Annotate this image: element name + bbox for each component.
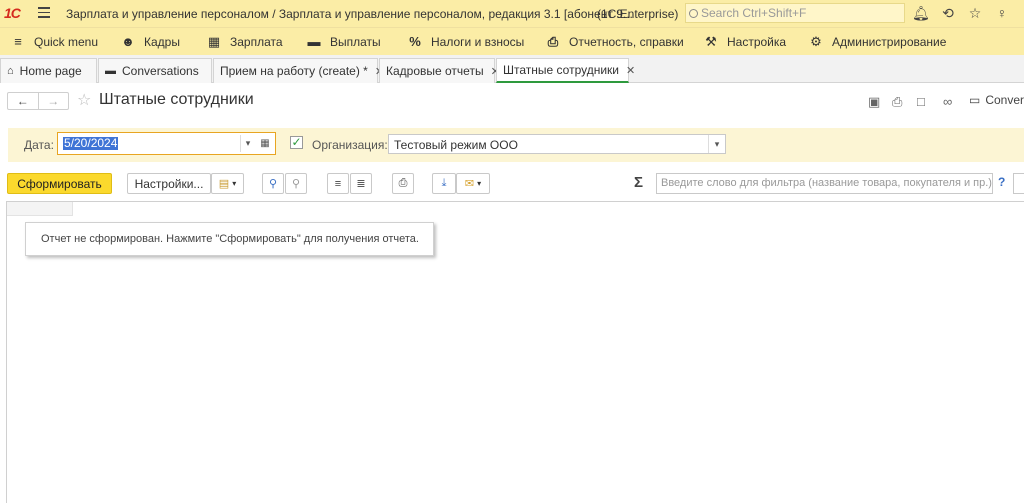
tab-label: Home page [19, 64, 82, 78]
menu-nalogi[interactable]: % Налоги и взносы [407, 34, 524, 49]
forward-arrow-icon[interactable]: → [37, 93, 69, 109]
menu-label: Администрирование [832, 35, 947, 49]
bell-icon[interactable]: 🔔︎ [912, 5, 930, 21]
organization-checkbox[interactable]: ✓ [290, 136, 303, 149]
search-icon [689, 8, 698, 18]
variants-dropdown-button[interactable]: ▤ ▾ [211, 173, 244, 194]
chevron-down-icon: ▾ [232, 179, 237, 188]
calendar-icon[interactable]: ▦ [257, 135, 273, 152]
menu-kadry[interactable]: ☻ Кадры [120, 34, 180, 49]
clipboard-icon: ▤ [218, 178, 230, 190]
calculator-icon: ▦ [207, 34, 221, 49]
expand-icon: ≡ [334, 177, 342, 190]
close-icon[interactable]: ✕ [626, 64, 635, 77]
print-icon[interactable]: ⎙ [892, 94, 902, 110]
conversations-label: Conver [985, 93, 1024, 107]
menu-quick-menu[interactable]: ≡ Quick menu [10, 34, 98, 49]
print-button[interactable]: ⎙ [392, 173, 414, 194]
date-label: Дата: [24, 138, 54, 152]
favorite-star-icon[interactable]: ☆ [77, 90, 91, 110]
chat-icon: ▬ [105, 65, 116, 77]
tab-hr-reports[interactable]: Кадровые отчеты ✕ [379, 58, 500, 83]
home-icon: ⌂ [7, 65, 14, 77]
sections-menu: ≡ Quick menu ☻ Кадры ▦ Зарплата ▬ Выплат… [0, 27, 1024, 55]
wallet-icon: ▬ [307, 34, 321, 49]
organization-field[interactable]: Тестовый режим ООО ▾ [388, 134, 726, 154]
app-name: (1C:Enterprise) [597, 7, 679, 21]
tab-staff-employees[interactable]: Штатные сотрудники ✕ [496, 58, 635, 83]
menu-nastroika[interactable]: ⚒ Настройка [703, 34, 786, 50]
chevron-down-icon: ▾ [477, 179, 482, 188]
save-icon[interactable]: ▣ [868, 94, 880, 110]
conversations-button[interactable]: ▭ Conver [969, 93, 1024, 107]
menu-otchetnost[interactable]: ⎙ Отчетность, справки [545, 34, 684, 50]
download-icon: ⤓ [441, 177, 447, 189]
tab-hire-create[interactable]: Прием на работу (create) * ✕ [213, 58, 384, 83]
app-logo[interactable]: 1С [4, 5, 21, 21]
print-icon: ⎙ [398, 177, 408, 189]
reports-icon: ⎙ [547, 34, 559, 49]
wrench-icon: ⚒ [705, 34, 717, 49]
collapse-icon: ≣ [356, 178, 366, 190]
settings-button[interactable]: Настройки... [127, 173, 211, 194]
search-cancel-icon: ⚲ [291, 178, 301, 190]
download-button[interactable]: ⤓ [432, 173, 456, 194]
menu-label: Кадры [144, 34, 180, 49]
send-email-button[interactable]: ✉ ▾ [456, 173, 490, 194]
menu-label: Налоги и взносы [431, 34, 525, 49]
menu-administrirovanie[interactable]: ⚙ Администрирование [808, 34, 946, 50]
window-title: Зарплата и управление персоналом / Зарпл… [66, 7, 633, 21]
back-arrow-icon[interactable]: ← [8, 93, 38, 109]
preview-icon[interactable]: □ [917, 94, 925, 109]
search-placeholder: Search Ctrl+Shift+F [701, 6, 807, 20]
percent-icon: % [409, 34, 421, 49]
envelope-icon: ✉ [464, 178, 475, 190]
find-button[interactable]: ⚲ [262, 173, 284, 194]
link-icon[interactable]: ∞ [943, 94, 952, 109]
tab-label: Штатные сотрудники [503, 63, 619, 77]
history-icon[interactable]: ⟲ [940, 5, 956, 21]
tab-label: Conversations [122, 64, 199, 78]
menu-label: Выплаты [330, 34, 381, 49]
user-icon[interactable]: ♀ [994, 5, 1010, 21]
chevron-down-icon[interactable]: ▾ [240, 135, 255, 152]
generate-button[interactable]: Сформировать [7, 173, 112, 194]
menu-label: Зарплата [230, 35, 283, 49]
report-active-cell[interactable] [7, 202, 73, 216]
main-menu-icon[interactable] [38, 7, 50, 18]
page-title: Штатные сотрудники [99, 91, 254, 108]
menu-vyplaty[interactable]: ▬ Выплаты [306, 34, 381, 49]
chevron-down-icon[interactable]: ▾ [708, 135, 725, 153]
organization-value: Тестовый режим ООО [394, 138, 518, 152]
cancel-search-button[interactable]: ⚲ [285, 173, 307, 194]
star-icon[interactable]: ☆ [967, 5, 983, 21]
tab-label: Кадровые отчеты [386, 64, 484, 78]
people-icon: ☻ [121, 34, 135, 49]
search-icon: ⚲ [268, 178, 278, 190]
tab-home-page[interactable]: ⌂ Home page [0, 58, 97, 83]
menu-label: Отчетность, справки [569, 35, 684, 49]
expand-groups-button[interactable]: ≡ [327, 173, 349, 194]
open-windows-tabs: ⌂ Home page ▬ Conversations Прием на раб… [0, 55, 1024, 83]
date-value: 5/20/2024 [63, 136, 119, 150]
hamburger-icon: ≡ [14, 34, 22, 49]
global-search-input[interactable]: Search Ctrl+Shift+F [685, 3, 905, 23]
collapse-groups-button[interactable]: ≣ [350, 173, 372, 194]
organization-label: Организация: [312, 138, 388, 152]
gear-icon: ⚙ [810, 34, 822, 49]
menu-label: Настройка [727, 35, 787, 49]
tab-conversations[interactable]: ▬ Conversations [98, 58, 212, 83]
date-field[interactable]: 5/20/2024 ▾ ▦ [57, 132, 276, 155]
filter-input[interactable]: Введите слово для фильтра (название това… [656, 173, 993, 194]
help-button[interactable]: ? [998, 175, 1005, 189]
report-not-generated-notice: Отчет не сформирован. Нажмите "Сформиров… [25, 222, 434, 256]
sum-icon[interactable]: Σ [634, 174, 643, 191]
tab-label: Прием на работу (create) * [220, 64, 368, 78]
menu-label: Quick menu [34, 34, 99, 49]
chat-icon: ▭ [969, 93, 981, 107]
history-nav: ← → [7, 92, 69, 110]
title-bar: 1С Зарплата и управление персоналом / За… [0, 0, 1024, 27]
more-button[interactable] [1013, 173, 1024, 194]
menu-zarplata[interactable]: ▦ Зарплата [206, 34, 283, 50]
